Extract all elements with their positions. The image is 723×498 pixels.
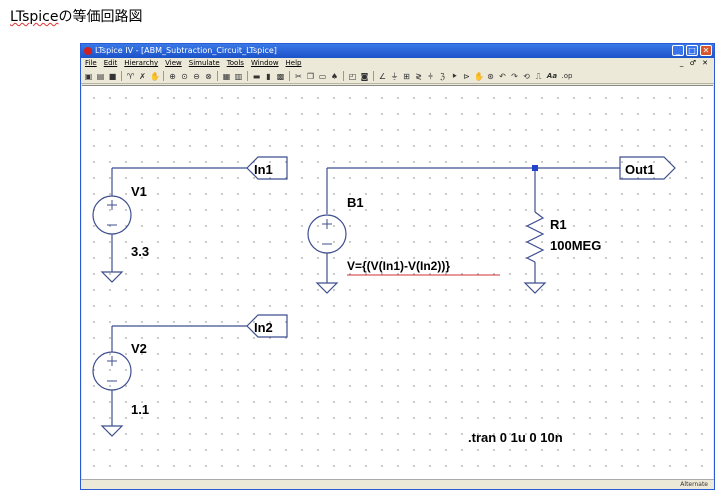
toolbar-separator bbox=[121, 71, 122, 81]
print-icon[interactable]: ◙ bbox=[360, 72, 369, 81]
wire-icon[interactable]: ∠ bbox=[378, 72, 387, 81]
r1-value: 100MEG bbox=[550, 238, 601, 253]
net-label-in1: In1 bbox=[254, 162, 273, 177]
move-icon[interactable]: ✋ bbox=[474, 72, 484, 81]
paste-icon[interactable]: ▭ bbox=[318, 72, 327, 81]
label-icon[interactable]: ⊞ bbox=[402, 72, 411, 81]
ltspice-app-icon bbox=[84, 47, 92, 55]
menu-edit[interactable]: Edit bbox=[104, 58, 118, 69]
text-icon[interactable]: Aa bbox=[546, 72, 558, 81]
title-bar: LTspice IV - [ABM_Subtraction_Circuit_LT… bbox=[81, 44, 714, 58]
toolbar: ▣ ▤ ■ ♈ ✗ ✋ ⊕ ⊙ ⊖ ⊗ ▦ ▥ ▬ ▮ ▩ ✂ ❐ ▭ ♠ ◰ … bbox=[81, 69, 714, 84]
v1-name: V1 bbox=[131, 184, 147, 199]
cascade-icon[interactable]: ▩ bbox=[276, 72, 285, 81]
save-icon[interactable]: ■ bbox=[108, 72, 117, 81]
ground-v2-icon[interactable] bbox=[100, 425, 124, 437]
spice-directive: .tran 0 1u 0 10n bbox=[468, 430, 563, 445]
spice-directive-icon[interactable]: .op bbox=[561, 72, 573, 81]
toolbar-separator bbox=[217, 71, 218, 81]
toolbar-separator bbox=[247, 71, 248, 81]
v2-name: V2 bbox=[131, 341, 147, 356]
tile-vertical-icon[interactable]: ▮ bbox=[264, 72, 273, 81]
print-preview-icon[interactable]: ◰ bbox=[348, 72, 357, 81]
menu-tools[interactable]: Tools bbox=[227, 58, 244, 69]
pan-icon[interactable]: ⊙ bbox=[180, 72, 189, 81]
b1-expression: V={(V(In1)-V(In2))} bbox=[347, 259, 450, 273]
window-title: LTspice IV - [ABM_Subtraction_Circuit_LT… bbox=[95, 46, 277, 55]
drag-icon[interactable]: ⊛ bbox=[486, 72, 495, 81]
zoom-fit-icon[interactable]: ⊗ bbox=[204, 72, 213, 81]
menu-view[interactable]: View bbox=[165, 58, 182, 69]
ground-v1-icon[interactable] bbox=[100, 271, 124, 283]
halt-icon[interactable]: ✋ bbox=[150, 72, 160, 81]
b1-name: B1 bbox=[347, 195, 364, 210]
status-text: Alternate bbox=[680, 481, 708, 488]
net-label-in2: In2 bbox=[254, 320, 273, 335]
run-icon[interactable]: ✗ bbox=[138, 72, 147, 81]
inductor-icon[interactable]: ℨ bbox=[438, 72, 447, 81]
menu-window[interactable]: Window bbox=[251, 58, 279, 69]
resistor-icon[interactable]: ≷ bbox=[414, 72, 423, 81]
toolbar-separator bbox=[289, 71, 290, 81]
maximize-button[interactable]: □ bbox=[686, 45, 698, 56]
zoom-out-icon[interactable]: ⊖ bbox=[192, 72, 201, 81]
ground-icon[interactable]: ⏚ bbox=[390, 72, 399, 81]
menu-help[interactable]: Help bbox=[286, 58, 302, 69]
toolbar-separator bbox=[163, 71, 164, 81]
menu-bar: File Edit Hierarchy View Simulate Tools … bbox=[81, 58, 714, 69]
schematic-canvas[interactable]: In1 In2 Out1 V1 3.3 V2 1.1 B1 V={(V(In1)… bbox=[82, 85, 713, 481]
schematic-drawing: In1 In2 Out1 V1 3.3 V2 1.1 B1 V={(V(In1)… bbox=[92, 156, 676, 445]
caption-brand: LTspice bbox=[10, 9, 59, 25]
toolbar-separator bbox=[373, 71, 374, 81]
minimize-button[interactable]: _ bbox=[672, 45, 684, 56]
ground-b1-icon[interactable] bbox=[315, 282, 339, 294]
zoom-in-icon[interactable]: ⊕ bbox=[168, 72, 177, 81]
open-icon[interactable]: ▤ bbox=[96, 72, 105, 81]
mirror-icon[interactable]: ⎍ bbox=[534, 72, 543, 81]
tile-horizontal-icon[interactable]: ▬ bbox=[252, 72, 261, 81]
ltspice-window: LTspice IV - [ABM_Subtraction_Circuit_LT… bbox=[80, 43, 715, 490]
v1-value: 3.3 bbox=[131, 244, 149, 259]
resistor-r1-icon[interactable] bbox=[525, 211, 545, 263]
window-controls: _ □ ✕ bbox=[672, 45, 712, 56]
rotate-icon[interactable]: ⟲ bbox=[522, 72, 531, 81]
ground-r1-icon[interactable] bbox=[523, 282, 547, 294]
toolbar-separator bbox=[343, 71, 344, 81]
redo-icon[interactable]: ↷ bbox=[510, 72, 519, 81]
autoscale-icon[interactable]: ▦ bbox=[222, 72, 231, 81]
copy-icon[interactable]: ❐ bbox=[306, 72, 315, 81]
r1-name: R1 bbox=[550, 217, 567, 232]
component-icon[interactable]: ⊳ bbox=[462, 72, 471, 81]
status-bar: Alternate bbox=[81, 479, 714, 489]
junction-dot bbox=[532, 165, 538, 171]
menu-simulate[interactable]: Simulate bbox=[189, 58, 220, 69]
control-panel-icon[interactable]: ♈ bbox=[126, 72, 135, 81]
undo-icon[interactable]: ↶ bbox=[498, 72, 507, 81]
net-label-out1: Out1 bbox=[625, 162, 655, 177]
diode-icon[interactable]: ⯈ bbox=[450, 72, 459, 81]
find-icon[interactable]: ♠ bbox=[330, 72, 339, 81]
new-schematic-icon[interactable]: ▣ bbox=[84, 72, 93, 81]
close-button[interactable]: ✕ bbox=[700, 45, 712, 56]
v2-value: 1.1 bbox=[131, 402, 149, 417]
mdi-controls[interactable]: _ ♂ ✕ bbox=[680, 58, 710, 69]
page-caption: LTspiceの等価回路図 bbox=[10, 6, 143, 26]
caption-text: の等価回路図 bbox=[58, 9, 143, 25]
tile-icon[interactable]: ▥ bbox=[234, 72, 243, 81]
cut-icon[interactable]: ✂ bbox=[294, 72, 303, 81]
capacitor-icon[interactable]: ⫩ bbox=[426, 72, 435, 81]
menu-hierarchy[interactable]: Hierarchy bbox=[124, 58, 158, 69]
menu-file[interactable]: File bbox=[85, 58, 97, 69]
